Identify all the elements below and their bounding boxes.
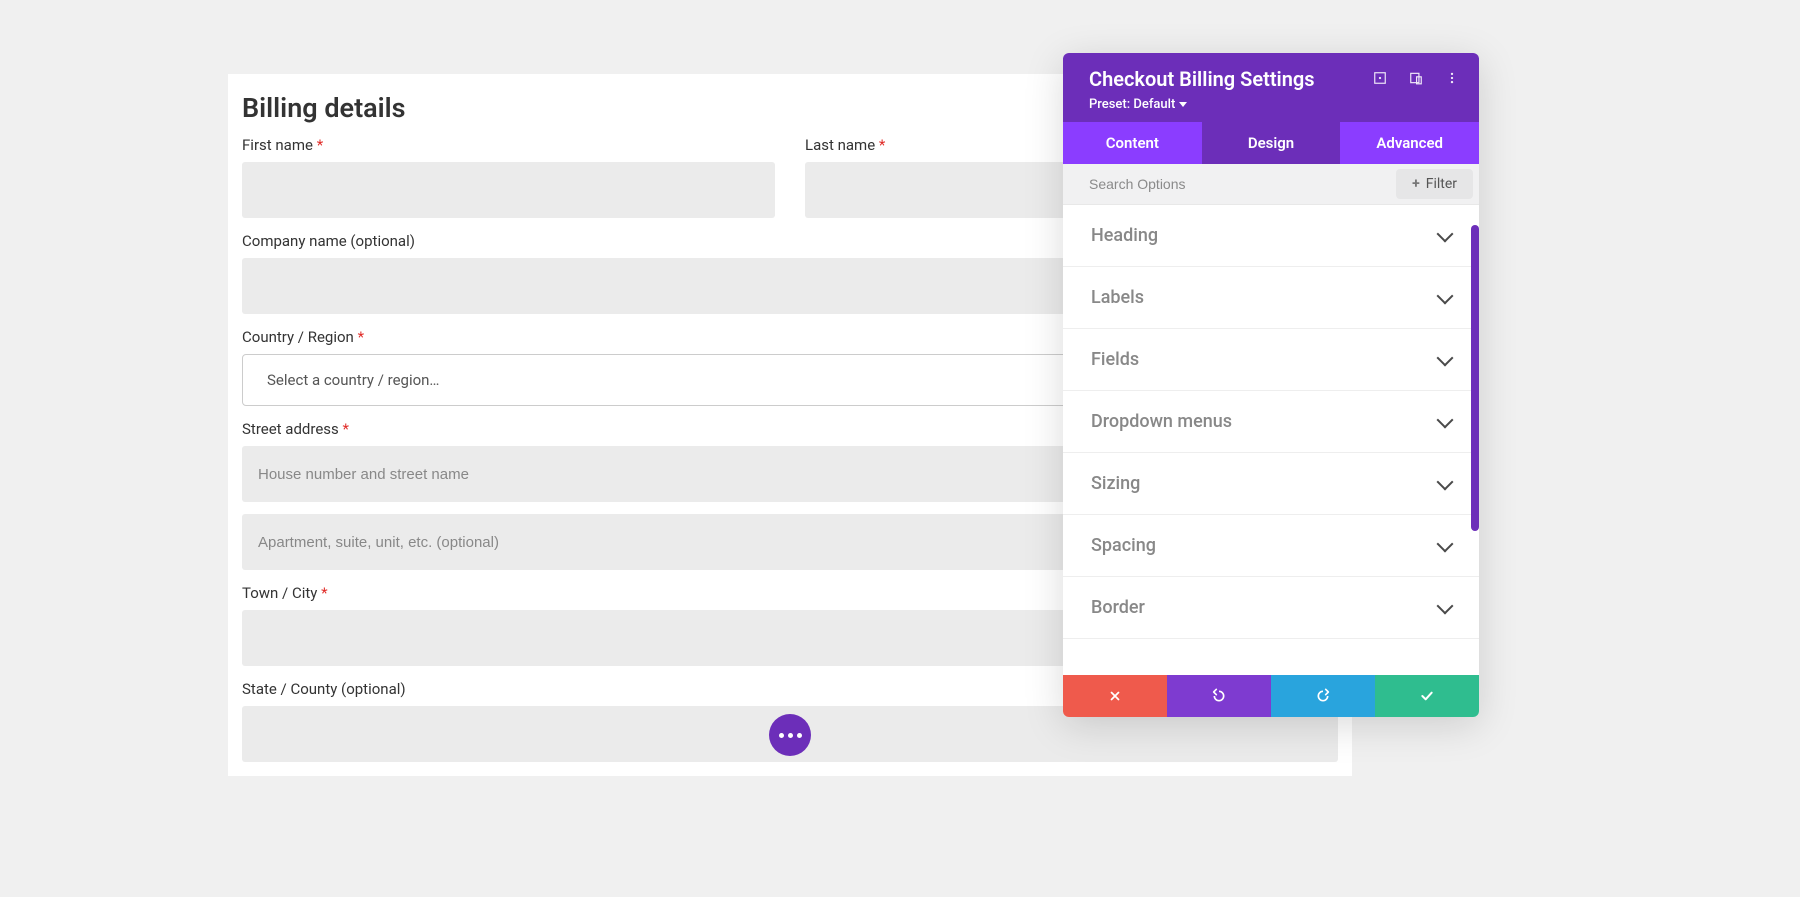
country-select-placeholder: Select a country / region… xyxy=(267,371,439,389)
chevron-down-icon xyxy=(1437,287,1454,304)
option-label: Fields xyxy=(1091,349,1139,370)
option-dropdown-menus[interactable]: Dropdown menus xyxy=(1063,391,1479,453)
expand-icon[interactable] xyxy=(1373,71,1387,85)
option-border[interactable]: Border xyxy=(1063,577,1479,639)
chevron-down-icon xyxy=(1437,535,1454,552)
option-label: Dropdown menus xyxy=(1091,411,1232,432)
close-icon xyxy=(1108,689,1122,703)
search-row: + Filter xyxy=(1063,164,1479,205)
chevron-down-icon xyxy=(1437,473,1454,490)
options-list[interactable]: Heading Labels Fields Dropdown menus Siz… xyxy=(1063,205,1479,675)
plus-icon: + xyxy=(1412,176,1420,192)
first-name-input[interactable] xyxy=(242,162,775,218)
search-options-input[interactable] xyxy=(1063,164,1396,204)
option-sizing[interactable]: Sizing xyxy=(1063,453,1479,515)
city-label-text: Town / City xyxy=(242,584,317,602)
first-name-field: First name * xyxy=(242,136,775,218)
option-fields[interactable]: Fields xyxy=(1063,329,1479,391)
scrollbar-thumb[interactable] xyxy=(1471,225,1479,531)
dot-icon xyxy=(788,733,793,738)
first-name-label: First name * xyxy=(242,136,775,154)
dot-icon xyxy=(797,733,802,738)
required-star: * xyxy=(358,328,364,346)
redo-button[interactable] xyxy=(1271,675,1375,717)
panel-header-left: Checkout Billing Settings Preset: Defaul… xyxy=(1089,67,1315,112)
first-name-label-text: First name xyxy=(242,136,313,154)
tab-design[interactable]: Design xyxy=(1202,122,1341,164)
option-labels[interactable]: Labels xyxy=(1063,267,1479,329)
redo-icon xyxy=(1315,688,1331,704)
kebab-menu-icon[interactable] xyxy=(1445,71,1459,85)
option-label: Border xyxy=(1091,597,1145,618)
undo-button[interactable] xyxy=(1167,675,1271,717)
option-label: Spacing xyxy=(1091,535,1156,556)
panel-header: Checkout Billing Settings Preset: Defaul… xyxy=(1063,53,1479,122)
panel-tabs: Content Design Advanced xyxy=(1063,122,1479,164)
check-icon xyxy=(1419,688,1435,704)
module-add-button[interactable] xyxy=(769,714,811,756)
required-star: * xyxy=(321,584,327,602)
option-heading[interactable]: Heading xyxy=(1063,205,1479,267)
preset-selector[interactable]: Preset: Default xyxy=(1089,97,1315,112)
required-star: * xyxy=(317,136,323,154)
dot-icon xyxy=(779,733,784,738)
panel-title: Checkout Billing Settings xyxy=(1089,67,1315,91)
preset-label: Preset: Default xyxy=(1089,97,1175,112)
panel-footer xyxy=(1063,675,1479,717)
filter-button[interactable]: + Filter xyxy=(1396,169,1473,199)
required-star: * xyxy=(343,420,349,438)
last-name-label-text: Last name xyxy=(805,136,875,154)
chevron-down-icon xyxy=(1437,411,1454,428)
panel-header-icons xyxy=(1373,67,1459,85)
save-button[interactable] xyxy=(1375,675,1479,717)
filter-label: Filter xyxy=(1426,176,1457,192)
chevron-down-icon xyxy=(1437,349,1454,366)
chevron-down-icon xyxy=(1437,225,1454,242)
option-label: Sizing xyxy=(1091,473,1140,494)
chevron-down-icon xyxy=(1437,597,1454,614)
settings-panel: Checkout Billing Settings Preset: Defaul… xyxy=(1063,53,1479,717)
undo-icon xyxy=(1211,688,1227,704)
option-label: Labels xyxy=(1091,287,1144,308)
option-label: Heading xyxy=(1091,225,1158,246)
close-button[interactable] xyxy=(1063,675,1167,717)
tab-advanced[interactable]: Advanced xyxy=(1340,122,1479,164)
responsive-icon[interactable] xyxy=(1409,71,1423,85)
country-label-text: Country / Region xyxy=(242,328,354,346)
tab-content[interactable]: Content xyxy=(1063,122,1202,164)
required-star: * xyxy=(879,136,885,154)
chevron-down-icon xyxy=(1179,102,1187,107)
street-label-text: Street address xyxy=(242,420,339,438)
option-spacing[interactable]: Spacing xyxy=(1063,515,1479,577)
